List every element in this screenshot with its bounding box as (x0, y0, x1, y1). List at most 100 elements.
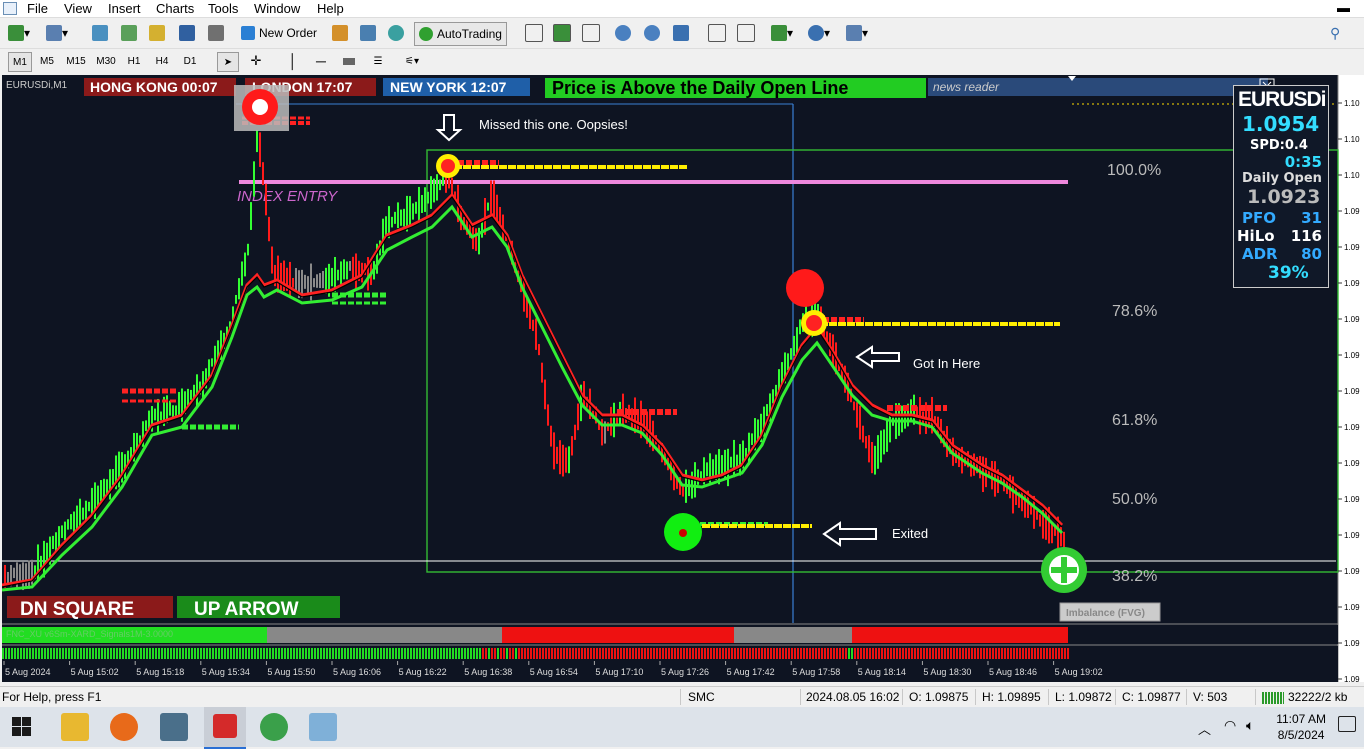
line-chart-button[interactable] (582, 22, 600, 44)
timeframe-d1[interactable]: D1 (179, 52, 201, 70)
indicator-histogram-bar (149, 648, 151, 659)
crosshair-button[interactable]: ✛ (246, 52, 266, 70)
indicator-histogram-bar (353, 648, 355, 659)
tray-chevron-icon[interactable]: ︿ (1198, 719, 1211, 738)
minimize-icon[interactable]: ▬ (1337, 0, 1350, 15)
indicator-histogram-bar (668, 648, 670, 659)
firefox-icon[interactable] (110, 713, 138, 741)
timeframe-m1[interactable]: M1 (8, 52, 32, 72)
taskbar-clock[interactable]: 11:07 AM 8/5/2024 (1276, 711, 1326, 743)
menu-help[interactable]: Help (317, 1, 344, 16)
indicator-histogram-bar (89, 648, 91, 659)
indicator-histogram-bar (389, 648, 391, 659)
windows-start-icon[interactable] (10, 715, 34, 739)
bar-chart-button[interactable] (525, 22, 543, 44)
price-bar (577, 403, 579, 431)
time-axis-label: 5 Aug 17:26 (661, 667, 709, 677)
signals-button[interactable] (388, 22, 404, 44)
info-hilo: 116 (1290, 227, 1322, 245)
auto-scroll-button[interactable] (708, 22, 726, 44)
shapes-button[interactable]: ⚟▾ (398, 52, 426, 70)
templates-button[interactable]: ▾ (846, 22, 868, 44)
candlestick-button[interactable] (553, 22, 571, 44)
profiles-button[interactable]: ▾ (46, 22, 68, 44)
indicator-histogram-bar (347, 648, 349, 659)
timeframe-h1[interactable]: H1 (123, 52, 145, 70)
indicator-histogram-bar (818, 648, 820, 659)
chart-shift-button[interactable] (737, 22, 755, 44)
indicator-histogram-bar (419, 648, 421, 659)
new-order-button[interactable]: New Order (241, 22, 317, 44)
line-chart-icon (582, 24, 600, 42)
indicator-histogram-bar (290, 648, 292, 659)
meta-editor-button[interactable] (332, 22, 348, 44)
indicator-histogram-bar (1013, 648, 1015, 659)
periods-button[interactable]: ▾ (808, 22, 830, 44)
cursor-button[interactable]: ➤ (217, 52, 239, 72)
indicator-histogram-bar (689, 648, 691, 659)
app-icon[interactable] (3, 2, 17, 15)
price-bar (574, 424, 576, 440)
terminal-button[interactable] (179, 22, 195, 44)
timeframe-m30[interactable]: M30 (93, 52, 119, 70)
mailbox-button[interactable] (360, 22, 376, 44)
indicator-histogram-bar (434, 648, 436, 659)
timeframe-m15[interactable]: M15 (63, 52, 89, 70)
price-bar (439, 179, 441, 191)
indicator-histogram-bar (53, 648, 55, 659)
data-window-button[interactable] (121, 22, 137, 44)
search-button[interactable]: ⚲ (1330, 22, 1340, 44)
new-chart-button[interactable]: ▾ (8, 22, 30, 44)
indicator-histogram-bar (1043, 648, 1045, 659)
menu-tools[interactable]: Tools (208, 1, 238, 16)
volume-icon[interactable]: 🔈︎ (1246, 717, 1254, 734)
indicator-histogram-bar (407, 648, 409, 659)
notes-icon[interactable] (309, 713, 337, 741)
zoom-in-button[interactable] (615, 22, 631, 44)
navigator-button[interactable] (149, 22, 165, 44)
chart-window[interactable]: EURUSDi,M1 HONG KONG 00:07 LONDON 17:07 … (1, 75, 1364, 684)
timeframe-m5[interactable]: M5 (36, 52, 58, 70)
notifications-icon[interactable] (1338, 716, 1356, 732)
wifi-icon[interactable]: ◠ (1224, 717, 1236, 734)
time-axis-label: 5 Aug 17:42 (727, 667, 775, 677)
timeframe-h4[interactable]: H4 (151, 52, 173, 70)
indicator-histogram-bar (242, 648, 244, 659)
rectangle-button[interactable] (339, 52, 359, 70)
menu-insert[interactable]: Insert (108, 1, 141, 16)
menu-view[interactable]: View (64, 1, 92, 16)
indicator-histogram-bar (950, 648, 952, 659)
price-bar (61, 525, 63, 539)
auto-trading-button[interactable]: AutoTrading (414, 22, 507, 46)
indicators-button[interactable]: ▾ (771, 22, 793, 44)
indicator-histogram-bar (1046, 648, 1048, 659)
money-app-icon[interactable] (260, 713, 288, 741)
price-bar (235, 294, 237, 304)
metatrader-taskbar-button[interactable] (204, 707, 246, 749)
menu-file[interactable]: File (27, 1, 48, 16)
indicator-histogram-bar (899, 648, 901, 659)
tile-windows-button[interactable] (673, 22, 689, 44)
indicator-histogram-bar (740, 648, 742, 659)
menu-charts[interactable]: Charts (156, 1, 194, 16)
top-signal-marker (786, 269, 824, 307)
horizontal-line-button[interactable]: ─ (311, 52, 331, 70)
channel-button[interactable]: ☰ (368, 52, 388, 70)
calculator-icon[interactable] (160, 713, 188, 741)
indicator-histogram-bar (65, 648, 67, 659)
menu-window[interactable]: Window (254, 1, 300, 16)
indicator-histogram-bar (587, 648, 589, 659)
time-axis-label: 5 Aug 2024 (5, 667, 51, 677)
indicator-segment (502, 627, 734, 643)
vertical-line-button[interactable]: │ (283, 52, 303, 70)
tester-button[interactable] (208, 22, 224, 44)
indicator-histogram-bar (911, 648, 913, 659)
market-watch-button[interactable] (92, 22, 108, 44)
price-bar (973, 453, 975, 476)
file-explorer-icon[interactable] (61, 713, 89, 741)
price-bar (67, 519, 69, 530)
indicator-histogram-bar (605, 648, 607, 659)
price-bar (187, 388, 189, 406)
zoom-out-button[interactable] (644, 22, 660, 44)
chart-svg[interactable]: EURUSDi,M1 HONG KONG 00:07 LONDON 17:07 … (1, 75, 1364, 684)
